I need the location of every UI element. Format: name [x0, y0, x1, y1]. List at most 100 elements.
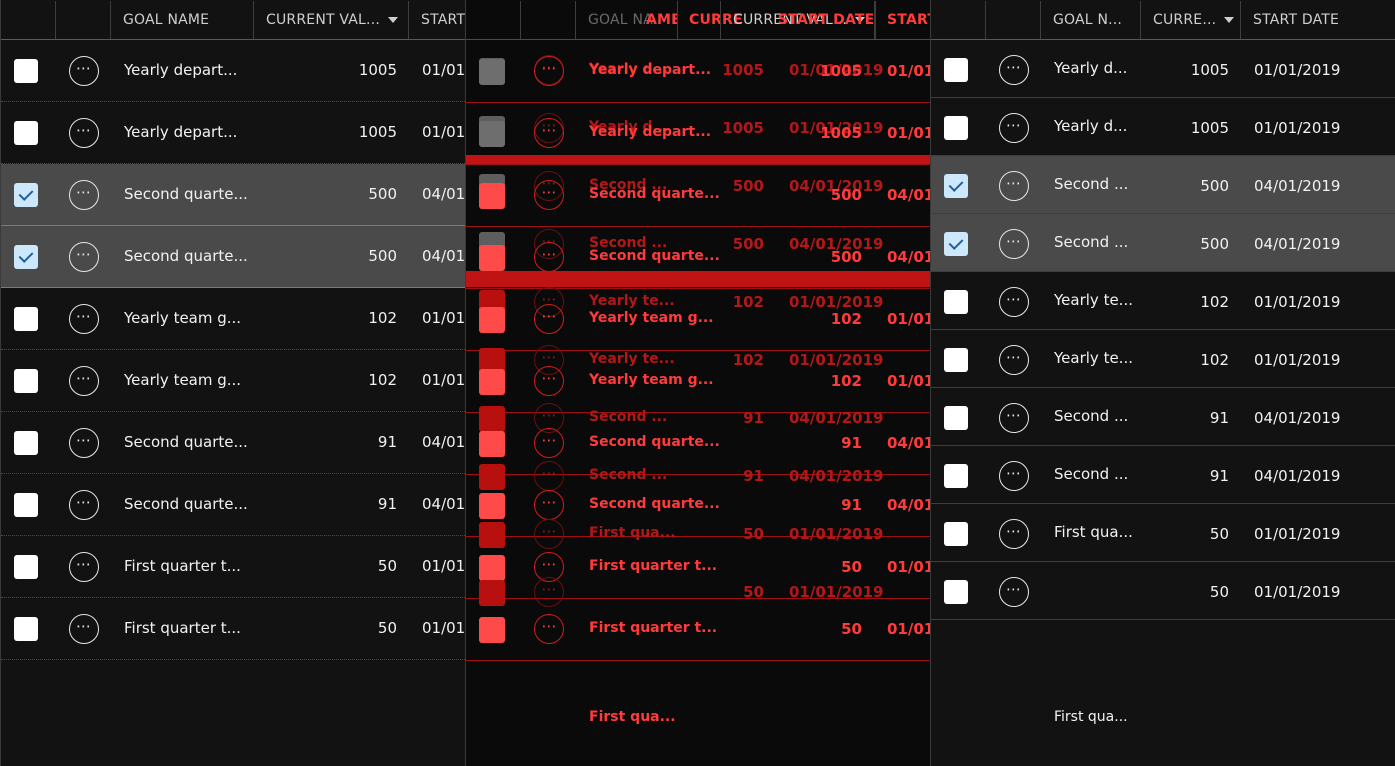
table-row[interactable]: ⋯ Second quarte... 500 04/01/ — [1, 226, 465, 288]
table-row[interactable]: ⋯ Yearly team g... 102 01/01/ — [1, 288, 465, 350]
more-horizontal-icon[interactable]: ⋯ — [69, 366, 99, 396]
table-row[interactable]: ⋯ Yearly team g... 102 01/01/ — [1, 350, 465, 412]
row-checkbox[interactable] — [479, 183, 505, 209]
row-checkbox[interactable] — [479, 493, 505, 519]
header-start-date[interactable]: START — [874, 1, 930, 39]
more-horizontal-icon[interactable]: ⋯ — [534, 304, 564, 334]
more-horizontal-icon[interactable]: ⋯ — [69, 118, 99, 148]
row-checkbox[interactable] — [479, 307, 505, 333]
start-date-cell: 04/01/2019 — [1254, 409, 1341, 427]
row-checkbox[interactable] — [944, 174, 968, 198]
row-checkbox[interactable] — [14, 59, 38, 83]
row-checkbox[interactable] — [944, 116, 968, 140]
header-current-value[interactable]: CURRENT VAL... — [254, 1, 409, 39]
row-checkbox[interactable] — [944, 348, 968, 372]
table-row[interactable]: ⋯ Second quarte... 500 04/01, — [1, 164, 465, 226]
header-start-date[interactable]: START — [409, 1, 465, 39]
row-checkbox[interactable] — [479, 431, 505, 457]
row-checkbox[interactable] — [14, 245, 38, 269]
goal-name-cell: Second quarte... — [124, 247, 248, 265]
table-row[interactable]: ⋯ Yearly depart... 1005 01/01/ — [1, 40, 465, 102]
more-horizontal-icon[interactable]: ⋯ — [999, 287, 1029, 317]
table-row[interactable]: ⋯ Second ... 91 04/01/2019 — [931, 388, 1395, 446]
more-horizontal-icon[interactable]: ⋯ — [534, 118, 564, 148]
more-horizontal-icon[interactable]: ⋯ — [999, 577, 1029, 607]
start-date-ghost: 01/01/2019 — [789, 583, 884, 601]
row-checkbox[interactable] — [14, 555, 38, 579]
more-horizontal-icon[interactable]: ⋯ — [534, 428, 564, 458]
row-checkbox[interactable] — [479, 369, 505, 395]
row-checkbox[interactable] — [944, 580, 968, 604]
start-date-cell: 01/01/ — [887, 310, 930, 328]
more-horizontal-icon[interactable]: ⋯ — [69, 552, 99, 582]
more-horizontal-icon[interactable]: ⋯ — [534, 614, 564, 644]
table-row[interactable]: ⋯ 50 01/01/2019 — [931, 562, 1395, 620]
table-row[interactable]: ⋯ Yearly te... 102 01/01/2019 — [931, 330, 1395, 388]
sort-down-icon — [1224, 17, 1235, 23]
more-horizontal-icon[interactable]: ⋯ — [999, 229, 1029, 259]
more-horizontal-icon[interactable]: ⋯ — [999, 461, 1029, 491]
row-checkbox[interactable] — [479, 245, 505, 271]
header-actions-column — [521, 1, 576, 39]
current-value-cell: 1005 — [820, 62, 862, 80]
table-row[interactable]: ⋯ Second quarte... 91 04/01/ — [1, 474, 465, 536]
more-horizontal-icon[interactable]: ⋯ — [69, 180, 99, 210]
row-checkbox[interactable] — [14, 431, 38, 455]
more-horizontal-icon[interactable]: ⋯ — [69, 304, 99, 334]
more-horizontal-icon[interactable]: ⋯ — [534, 490, 564, 520]
more-horizontal-icon[interactable]: ⋯ — [69, 242, 99, 272]
table-row[interactable]: ⋯ Yearly d... 1005 01/01/2019 — [931, 40, 1395, 98]
more-horizontal-icon[interactable]: ⋯ — [534, 242, 564, 272]
table-row[interactable]: ⋯ Yearly d... 1005 01/01/2019 — [931, 98, 1395, 156]
row-checkbox[interactable] — [479, 617, 505, 643]
row-checkbox[interactable] — [479, 121, 505, 147]
more-horizontal-icon[interactable]: ⋯ — [999, 171, 1029, 201]
header-current-value[interactable]: CURRE... — [1141, 1, 1241, 39]
row-checkbox-ghost — [479, 522, 505, 548]
row-checkbox[interactable] — [14, 121, 38, 145]
header-goal-name[interactable]: GOAL NAME — [111, 1, 254, 39]
header-goal-name[interactable]: GOAL N... — [1041, 1, 1141, 39]
row-checkbox[interactable] — [944, 290, 968, 314]
row-checkbox[interactable] — [944, 58, 968, 82]
current-value-cell: 1005 — [1190, 61, 1229, 79]
goal-name-cell: Second quarte... — [589, 496, 720, 512]
row-checkbox[interactable] — [944, 406, 968, 430]
more-horizontal-icon[interactable]: ⋯ — [69, 614, 99, 644]
row-checkbox[interactable] — [14, 369, 38, 393]
start-date-cell: 04/01/ — [887, 496, 930, 514]
goal-name-cell: First quarter t... — [124, 619, 241, 637]
table-row[interactable]: ⋯ First quarter t... 50 01/01/ — [1, 536, 465, 598]
table-row[interactable]: ⋯ Yearly depart... 1005 01/01/ — [1, 102, 465, 164]
table-row[interactable]: ⋯ Yearly te... 102 01/01/2019 — [931, 272, 1395, 330]
table-row[interactable]: ⋯ Second ... 500 04/01/2019 — [931, 156, 1395, 214]
row-checkbox[interactable] — [479, 555, 505, 581]
header-label: GOAL NAME — [123, 12, 210, 28]
row-checkbox[interactable] — [944, 522, 968, 546]
more-horizontal-icon[interactable]: ⋯ — [69, 56, 99, 86]
table-row[interactable]: ⋯ Second ... 500 04/01/2019 — [931, 214, 1395, 272]
table-row[interactable]: ⋯ First qua... 50 01/01/2019 — [931, 504, 1395, 562]
row-checkbox[interactable] — [479, 59, 505, 85]
table-row[interactable]: ⋯ Second ... 91 04/01/2019 — [931, 446, 1395, 504]
row-checkbox[interactable] — [14, 307, 38, 331]
header-label: START — [887, 12, 930, 28]
more-horizontal-icon[interactable]: ⋯ — [534, 56, 564, 86]
more-horizontal-icon[interactable]: ⋯ — [534, 180, 564, 210]
more-horizontal-icon[interactable]: ⋯ — [534, 366, 564, 396]
row-checkbox[interactable] — [944, 464, 968, 488]
more-horizontal-icon[interactable]: ⋯ — [999, 519, 1029, 549]
more-horizontal-icon[interactable]: ⋯ — [999, 403, 1029, 433]
table-row[interactable]: ⋯ First quarter t... 50 01/01/ — [1, 598, 465, 660]
header-start-date[interactable]: START DATE — [1241, 1, 1395, 39]
row-checkbox[interactable] — [944, 232, 968, 256]
row-checkbox[interactable] — [14, 183, 38, 207]
more-horizontal-icon[interactable]: ⋯ — [69, 490, 99, 520]
row-checkbox[interactable] — [14, 493, 38, 517]
more-horizontal-icon[interactable]: ⋯ — [69, 428, 99, 458]
more-horizontal-icon[interactable]: ⋯ — [999, 345, 1029, 375]
more-horizontal-icon[interactable]: ⋯ — [999, 113, 1029, 143]
more-horizontal-icon[interactable]: ⋯ — [999, 55, 1029, 85]
row-checkbox[interactable] — [14, 617, 38, 641]
table-row[interactable]: ⋯ Second quarte... 91 04/01, — [1, 412, 465, 474]
